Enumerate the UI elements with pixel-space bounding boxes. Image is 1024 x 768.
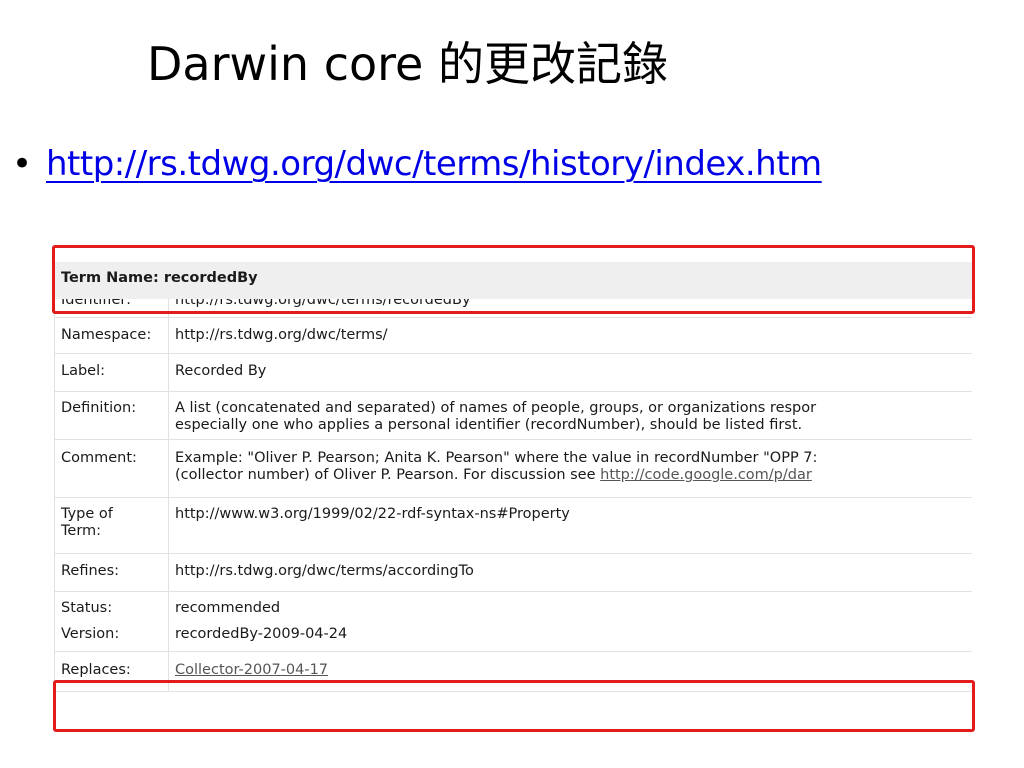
history-link[interactable]: http://rs.tdwg.org/dwc/terms/history/ind… <box>46 144 822 184</box>
table-row: Refines: http://rs.tdwg.org/dwc/terms/ac… <box>54 553 972 592</box>
replaces-highlight-box <box>53 680 975 732</box>
row-label: Refines: <box>54 553 169 592</box>
term-table: Term Name: recordedBy Identifier: http:/… <box>54 262 972 692</box>
row-value: http://rs.tdwg.org/dwc/terms/ <box>168 317 972 354</box>
row-value: Example: "Oliver P. Pearson; Anita K. Pe… <box>168 439 972 498</box>
term-screenshot: Term Name: recordedBy Identifier: http:/… <box>54 262 972 732</box>
table-row: Status: recommended <box>54 591 972 622</box>
slide-title: Darwin core 的更改記錄 <box>147 37 668 91</box>
definition-line-1: A list (concatenated and separated) of n… <box>175 400 817 416</box>
row-label: Namespace: <box>54 317 169 354</box>
table-row: Label: Recorded By <box>54 353 972 392</box>
row-label: Status: <box>54 591 169 622</box>
comment-line-2: (collector number) of Oliver P. Pearson.… <box>175 467 812 483</box>
table-row: Type of Term: http://www.w3.org/1999/02/… <box>54 497 972 554</box>
definition-line-2: especially one who applies a personal id… <box>175 417 803 433</box>
row-label: Type of Term: <box>54 497 169 554</box>
row-label: Version: <box>54 621 169 652</box>
discussion-link[interactable]: http://code.google.com/p/dar <box>600 467 812 483</box>
table-row: Definition: A list (concatenated and sep… <box>54 391 972 440</box>
row-label: Comment: <box>54 439 169 498</box>
row-value: Recorded By <box>168 353 972 392</box>
bullet-icon: • <box>12 144 33 184</box>
table-row: Namespace: http://rs.tdwg.org/dwc/terms/ <box>54 317 972 354</box>
row-value: A list (concatenated and separated) of n… <box>168 391 972 440</box>
row-label: Label: <box>54 353 169 392</box>
term-name-highlight-box <box>52 245 975 314</box>
bullet-item: • http://rs.tdwg.org/dwc/terms/history/i… <box>12 136 822 192</box>
row-value: http://www.w3.org/1999/02/22-rdf-syntax-… <box>168 497 972 554</box>
row-value: recordedBy-2009-04-24 <box>168 621 972 652</box>
row-value: recommended <box>168 591 972 622</box>
table-row: Version: recordedBy-2009-04-24 <box>54 621 972 652</box>
replaces-link[interactable]: Collector-2007-04-17 <box>175 662 328 678</box>
row-value: http://rs.tdwg.org/dwc/terms/accordingTo <box>168 553 972 592</box>
row-label: Definition: <box>54 391 169 440</box>
table-row: Comment: Example: "Oliver P. Pearson; An… <box>54 439 972 498</box>
comment-line-1: Example: "Oliver P. Pearson; Anita K. Pe… <box>175 450 818 466</box>
